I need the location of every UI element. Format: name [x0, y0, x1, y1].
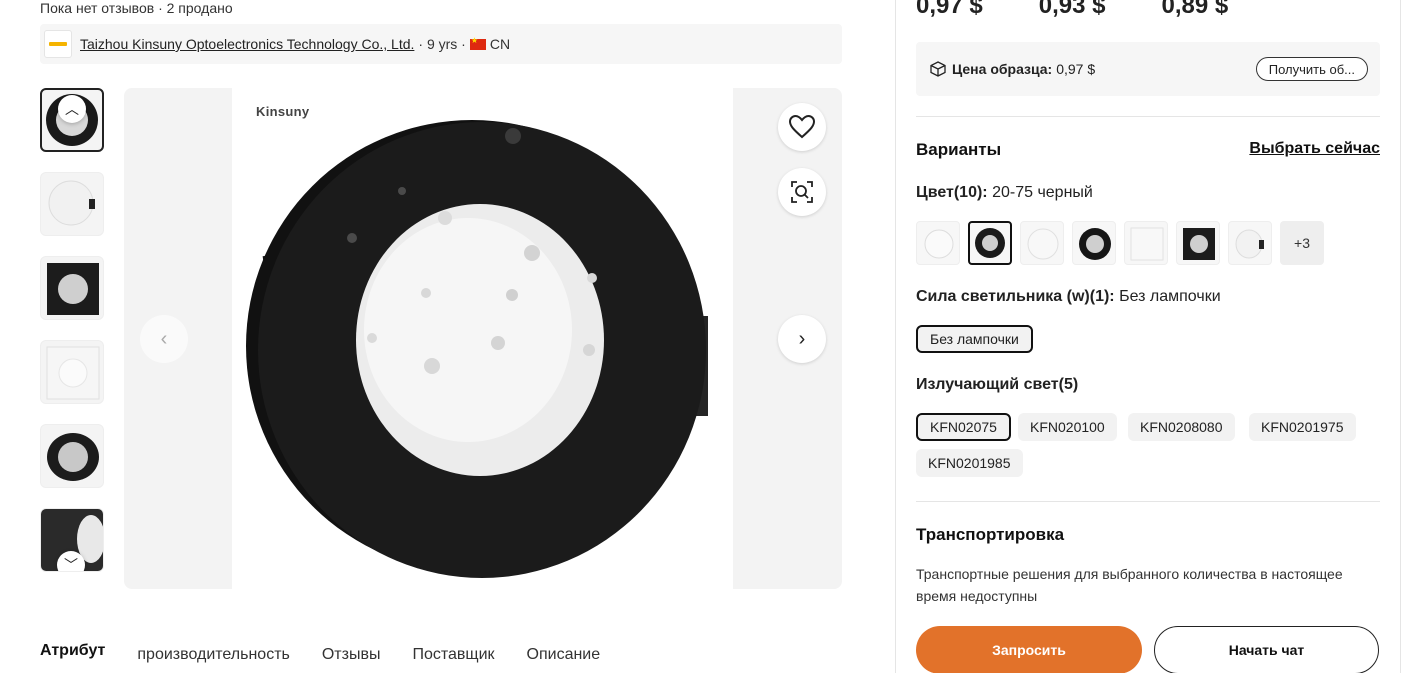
price-tiers: 0,97 $ 0,93 $ 0,89 $: [916, 0, 1284, 20]
color-swatch[interactable]: [1020, 221, 1064, 265]
thumbnail[interactable]: [40, 340, 104, 404]
box-icon: [930, 61, 946, 77]
favorite-heart-icon[interactable]: [778, 103, 826, 151]
downlight-illustration: [246, 120, 708, 578]
light-option-chip[interactable]: KFN0201975: [1249, 413, 1356, 441]
power-label-name: Сила светильника (w)(1):: [916, 288, 1115, 305]
light-option-chip[interactable]: KFN020100: [1018, 413, 1117, 441]
light-option-chip[interactable]: KFN0201985: [916, 449, 1023, 477]
thumbnails-down-icon[interactable]: ﹀: [57, 551, 85, 571]
get-sample-button[interactable]: Получить об...: [1255, 57, 1368, 81]
color-swatch[interactable]: [1072, 221, 1116, 265]
light-option-chip[interactable]: KFN02075: [916, 413, 1011, 441]
price-tier: 0,93 $: [1038, 0, 1106, 19]
sample-label: Цена образца:: [952, 61, 1053, 77]
thumbnails-up-icon[interactable]: ︿: [58, 95, 86, 123]
review-summary: Пока нет отзывов · 2 продано: [40, 0, 233, 16]
tab-description[interactable]: Описание: [527, 640, 601, 670]
color-swatch[interactable]: [1228, 221, 1272, 265]
thumbnail[interactable]: [40, 256, 104, 320]
tab-reviews[interactable]: Отзывы: [322, 640, 381, 670]
color-label-name: Цвет(10):: [916, 184, 988, 201]
tab-supplier[interactable]: Поставщик: [412, 640, 494, 670]
color-label: Цвет(10): 20-75 черный: [916, 184, 1093, 202]
product-tabs: Атрибут производительность Отзывы Постав…: [40, 640, 632, 670]
color-swatch[interactable]: [1124, 221, 1168, 265]
china-flag-icon: [469, 36, 486, 50]
panel-divider: [1400, 0, 1401, 673]
power-option-chip[interactable]: Без лампочки: [916, 325, 1033, 353]
brand-logo: Kinsuny: [256, 104, 310, 119]
light-label: Излучающий свет(5): [916, 376, 1078, 394]
inquire-button[interactable]: Запросить: [916, 626, 1142, 673]
color-swatch[interactable]: [1176, 221, 1220, 265]
color-label-value: 20-75 черный: [992, 184, 1093, 201]
more-colors-button[interactable]: +3: [1280, 221, 1324, 265]
light-label-name: Излучающий свет(5): [916, 376, 1079, 393]
product-gallery: Kinsuny ‹ ›: [124, 88, 842, 589]
supplier-country: CN: [489, 36, 511, 52]
color-swatch[interactable]: [916, 221, 960, 265]
price-tier: 0,89 $: [1161, 0, 1229, 19]
color-swatches: +3: [916, 221, 1332, 265]
divider: [916, 116, 1380, 117]
light-option-chip[interactable]: KFN0208080: [1128, 413, 1235, 441]
image-search-icon[interactable]: [778, 168, 826, 216]
sample-price: 0,97 $: [1056, 61, 1096, 77]
sample-price-box: Цена образца: 0,97 $ Получить об...: [916, 42, 1380, 96]
variants-title: Варианты: [916, 140, 1002, 159]
power-label: Сила светильника (w)(1): Без лампочки: [916, 288, 1221, 306]
select-now-link[interactable]: Выбрать сейчас: [1249, 140, 1380, 158]
thumbnail[interactable]: [40, 172, 104, 236]
divider: [916, 501, 1380, 502]
shipping-title: Транспортировка: [916, 525, 1065, 544]
product-image: Kinsuny: [232, 88, 733, 589]
thumbnail[interactable]: ﹀: [40, 508, 104, 572]
gallery-next-button[interactable]: ›: [778, 315, 826, 363]
panel-divider: [895, 0, 896, 673]
supplier-name-link[interactable]: Taizhou Kinsuny Optoelectronics Technolo…: [80, 36, 414, 52]
supplier-bar: Taizhou Kinsuny Optoelectronics Technolo…: [40, 24, 842, 64]
price-tier: 0,97 $: [916, 0, 983, 19]
thumbnail[interactable]: [40, 424, 104, 488]
power-label-value: Без лампочки: [1119, 288, 1221, 305]
tab-performance[interactable]: производительность: [137, 640, 289, 670]
gallery-prev-button[interactable]: ‹: [140, 315, 188, 363]
color-swatch[interactable]: [968, 221, 1012, 265]
shipping-text: Транспортные решения для выбранного коли…: [916, 566, 1343, 604]
start-chat-button[interactable]: Начать чат: [1154, 626, 1379, 673]
thumbnail[interactable]: ︿: [40, 88, 104, 152]
tab-attributes[interactable]: Атрибут: [40, 636, 105, 670]
thumbnail-list: ︿ ﹀: [40, 88, 104, 592]
supplier-years: · 9 yrs ·: [418, 36, 466, 52]
supplier-logo: [44, 30, 72, 58]
